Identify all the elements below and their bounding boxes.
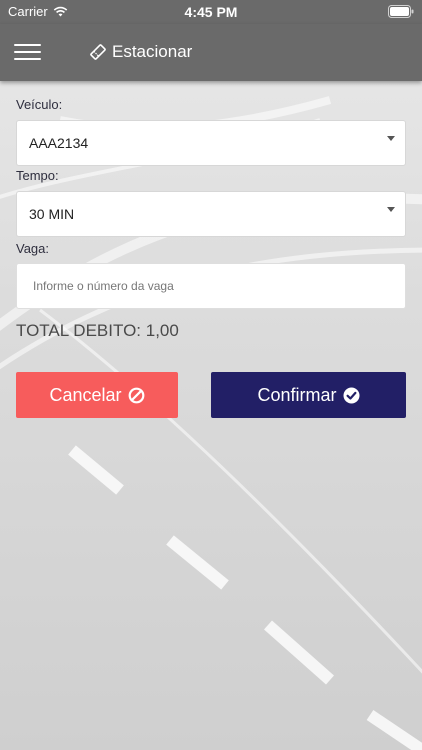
vehicle-select[interactable]: AAA2134 (16, 120, 406, 166)
check-circle-icon (343, 387, 359, 403)
total-debit: TOTAL DEBITO: 1,00 (16, 321, 179, 340)
time-label: Tempo: (16, 168, 59, 183)
ticket-icon (90, 44, 106, 60)
ban-icon (128, 387, 144, 403)
cancel-button-label: Cancelar (49, 384, 122, 405)
status-time: 4:45 PM (184, 4, 238, 20)
page-title-text: Estacionar (112, 42, 193, 61)
vehicle-value: AAA2134 (29, 135, 89, 151)
nav-bar: Estacionar (0, 24, 422, 81)
time-select[interactable]: 30 MIN (16, 191, 406, 237)
spot-number-input[interactable] (16, 263, 406, 309)
spot-label: Vaga: (16, 241, 50, 256)
parking-form: Veículo: AAA2134 Tempo: 30 MIN Vaga: TOT… (16, 96, 406, 343)
page-title: Estacionar (90, 42, 192, 62)
vehicle-label: Veículo: (16, 97, 63, 112)
time-value: 30 MIN (29, 206, 75, 222)
cancel-button[interactable]: Cancelar (16, 372, 178, 418)
confirm-button-label: Confirmar (257, 384, 337, 405)
battery-icon (388, 5, 414, 18)
dropdown-caret-icon (387, 207, 395, 212)
menu-icon[interactable] (14, 44, 41, 62)
dropdown-caret-icon (387, 136, 395, 141)
action-buttons: Cancelar Confirmar (16, 372, 406, 418)
status-bar: Carrier 4:45 PM (0, 0, 422, 24)
confirm-button[interactable]: Confirmar (211, 372, 406, 418)
